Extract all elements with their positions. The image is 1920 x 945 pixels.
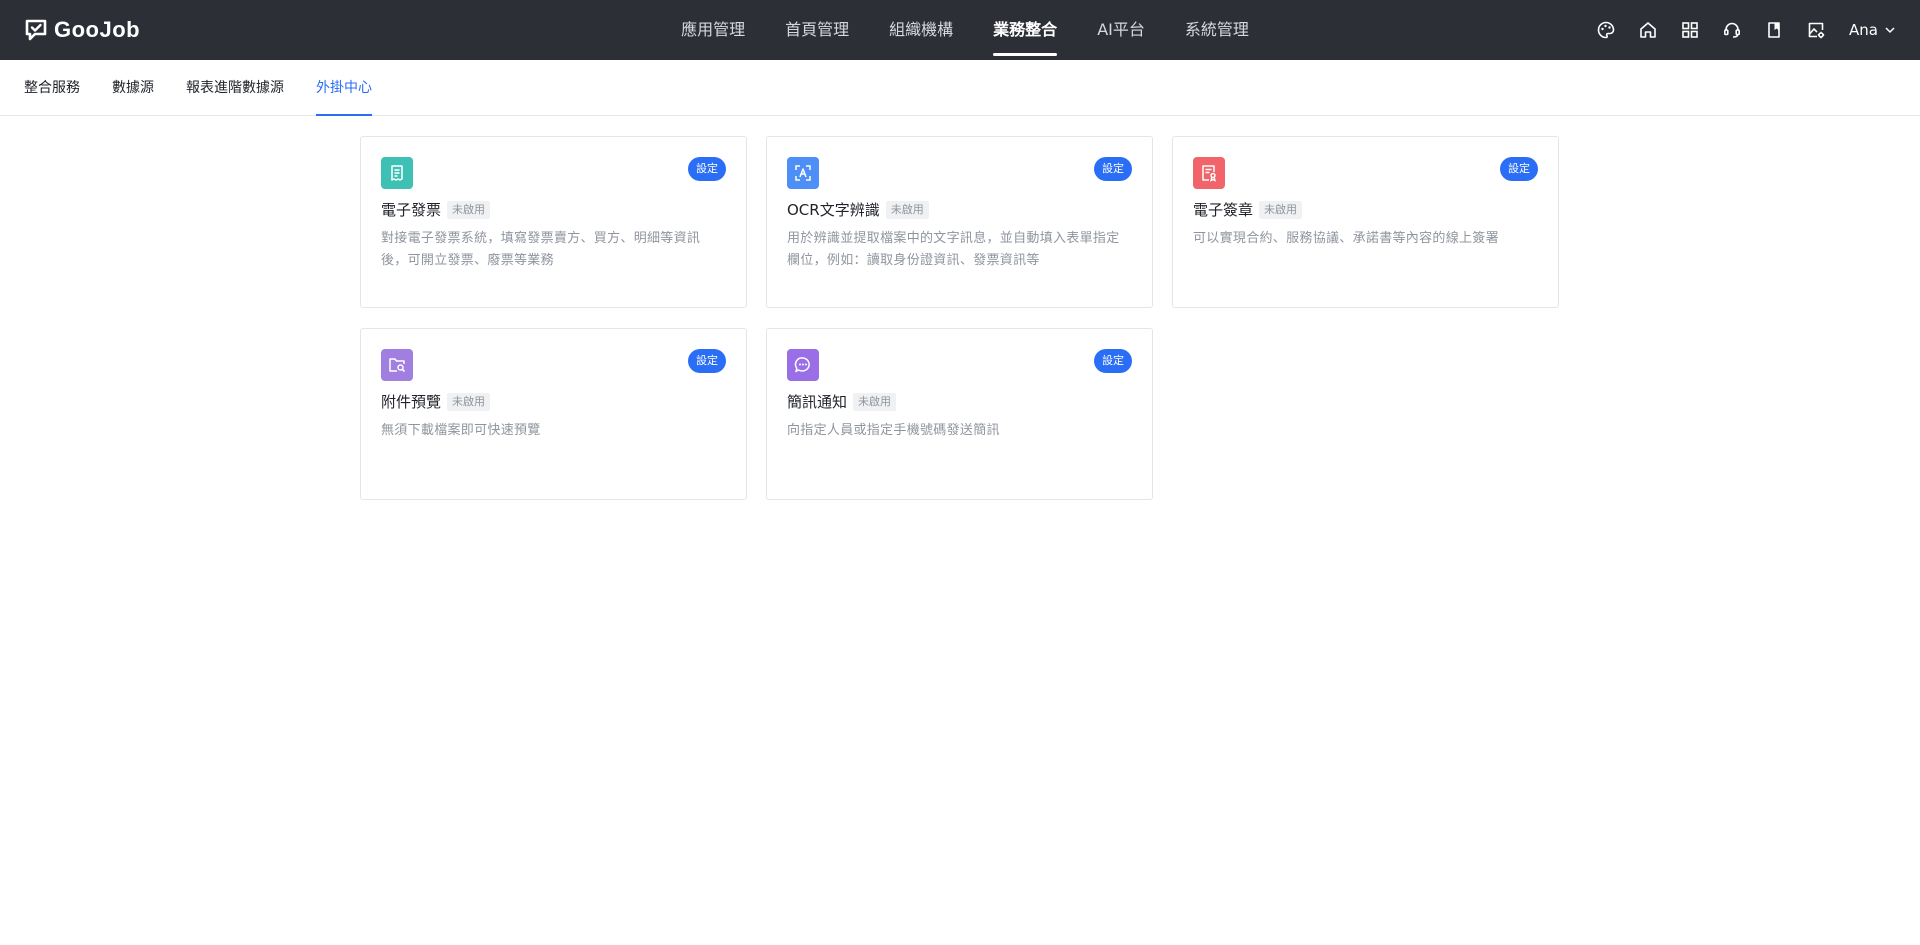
plugin-card-attachment-preview: 設定 附件預覽 未啟用 無須下載檔案即可快速預覽	[360, 328, 747, 500]
settings-button[interactable]: 設定	[688, 349, 726, 373]
palette-icon[interactable]	[1595, 19, 1617, 41]
invoice-icon	[381, 157, 413, 189]
nav-item-organization[interactable]: 組織機構	[869, 0, 973, 60]
card-title: 電子簽章	[1193, 201, 1254, 219]
header-tools: Ana	[1595, 0, 1896, 60]
image-settings-icon[interactable]	[1805, 19, 1827, 41]
logo-icon	[25, 19, 47, 41]
tab-integration-service[interactable]: 整合服務	[24, 60, 80, 116]
grid-apps-icon[interactable]	[1679, 19, 1701, 41]
settings-button[interactable]: 設定	[1094, 157, 1132, 181]
user-name: Ana	[1849, 21, 1878, 39]
top-bar: GooJob 應用管理 首頁管理 組織機構 業務整合 AI平台 系統管理 Ana	[0, 0, 1920, 60]
logo-text: GooJob	[54, 17, 141, 42]
bookmark-icon[interactable]	[1763, 19, 1785, 41]
tab-data-source[interactable]: 數據源	[112, 60, 154, 116]
home-icon[interactable]	[1637, 19, 1659, 41]
folder-search-icon	[381, 349, 413, 381]
card-title: 簡訊通知	[787, 393, 848, 411]
card-description: 無須下載檔案即可快速預覽	[381, 423, 541, 438]
message-icon	[787, 349, 819, 381]
logo[interactable]: GooJob	[24, 16, 140, 44]
card-description: 可以實現合約、服務協議、承諾書等內容的線上簽署	[1193, 231, 1499, 246]
card-title: 附件預覽	[381, 393, 442, 411]
settings-button[interactable]: 設定	[1094, 349, 1132, 373]
plugin-card-ocr: 設定 OCR文字辨識 未啟用 用於辨識並提取檔案中的文字訊息，並自動填入表單指定…	[766, 136, 1153, 308]
chevron-down-icon	[1885, 27, 1895, 34]
user-menu[interactable]: Ana	[1849, 21, 1896, 39]
nav-item-business-integration[interactable]: 業務整合	[973, 0, 1077, 60]
settings-button[interactable]: 設定	[688, 157, 726, 181]
nav-item-homepage-management[interactable]: 首頁管理	[765, 0, 869, 60]
sub-nav: 整合服務 數據源 報表進階數據源 外掛中心	[0, 60, 1920, 116]
nav-item-app-management[interactable]: 應用管理	[661, 0, 765, 60]
card-title: 電子發票	[381, 201, 442, 219]
card-title: OCR文字辨識	[787, 201, 880, 219]
card-description: 向指定人員或指定手機號碼發送簡訊	[787, 423, 1000, 438]
status-badge: 未啟用	[885, 200, 929, 219]
ocr-scan-icon	[787, 157, 819, 189]
nav-item-system-management[interactable]: 系統管理	[1165, 0, 1269, 60]
e-signature-icon	[1193, 157, 1225, 189]
plugin-card-grid: 設定 電子發票 未啟用 對接電子發票系統，填寫發票賣方、買方、明細等資訊後，可開…	[360, 136, 1560, 500]
status-badge: 未啟用	[853, 392, 897, 411]
status-badge: 未啟用	[447, 392, 491, 411]
status-badge: 未啟用	[1259, 200, 1303, 219]
status-badge: 未啟用	[447, 200, 491, 219]
tab-report-advanced-data-source[interactable]: 報表進階數據源	[186, 60, 284, 116]
support-headset-icon[interactable]	[1721, 19, 1743, 41]
settings-button[interactable]: 設定	[1500, 157, 1538, 181]
nav-item-ai-platform[interactable]: AI平台	[1077, 0, 1165, 60]
tab-plugin-center[interactable]: 外掛中心	[316, 60, 372, 116]
card-description: 用於辨識並提取檔案中的文字訊息，並自動填入表單指定欄位，例如：讀取身份證資訊、發…	[787, 231, 1120, 268]
plugin-card-sms-notification: 設定 簡訊通知 未啟用 向指定人員或指定手機號碼發送簡訊	[766, 328, 1153, 500]
card-description: 對接電子發票系統，填寫發票賣方、買方、明細等資訊後，可開立發票、廢票等業務	[381, 231, 701, 268]
plugin-card-e-signature: 設定 電子簽章 未啟用 可以實現合約、服務協議、承諾書等內容的線上簽署	[1172, 136, 1559, 308]
plugin-card-e-invoice: 設定 電子發票 未啟用 對接電子發票系統，填寫發票賣方、買方、明細等資訊後，可開…	[360, 136, 747, 308]
